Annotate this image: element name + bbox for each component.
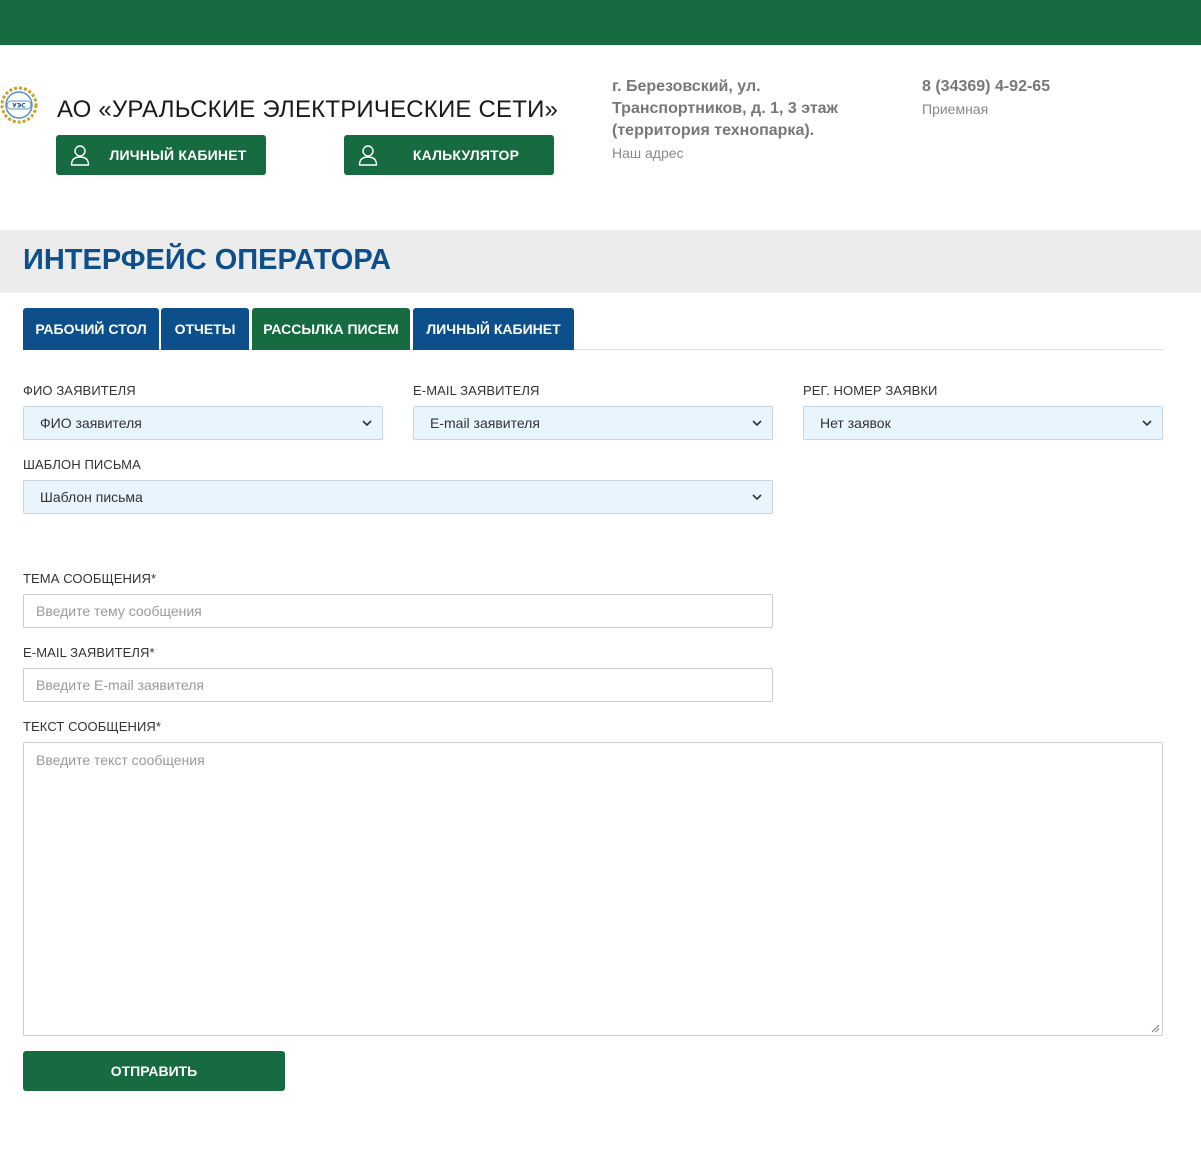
tab-reports[interactable]: ОТЧЕТЫ	[161, 308, 249, 350]
address-line-3: (территория технопарка).	[612, 122, 815, 139]
cabinet-button-label: ЛИЧНЫЙ КАБИНЕТ	[109, 147, 247, 163]
address-line-1: г. Березовский, ул.	[612, 78, 761, 95]
phone-number[interactable]: 8 (34369) 4-92-65	[922, 76, 1050, 98]
chevron-down-icon	[1142, 420, 1152, 427]
resize-grip-icon[interactable]	[1151, 1024, 1160, 1033]
reg-number-value: Нет заявок	[820, 415, 891, 431]
tab-mailing[interactable]: РАССЫЛКА ПИСЕМ	[252, 308, 410, 350]
subject-label: Тема сообщения*	[23, 571, 157, 586]
send-button[interactable]: ОТПРАВИТЬ	[23, 1051, 285, 1091]
company-logo[interactable]: УЭС	[0, 86, 38, 124]
phone-block: 8 (34369) 4-92-65 Приемная	[922, 76, 1050, 120]
chevron-down-icon	[752, 494, 762, 501]
applicant-email-select[interactable]: E-mail заявителя	[413, 406, 773, 440]
applicant-name-label: ФИО заявителя	[23, 383, 136, 398]
reg-number-select[interactable]: Нет заявок	[803, 406, 1163, 440]
applicant-email-select-label: E-mail заявителя	[413, 383, 540, 398]
top-bar	[0, 0, 1201, 45]
applicant-name-select[interactable]: ФИО заявителя	[23, 406, 383, 440]
template-value: Шаблон письма	[40, 489, 143, 505]
template-label: Шаблон письма	[23, 457, 141, 472]
address-caption: Наш адрес	[612, 145, 684, 161]
address-block: г. Березовский, ул. Транспортников, д. 1…	[612, 76, 872, 164]
email-input[interactable]: Введите E-mail заявителя	[23, 668, 773, 702]
address-line-2: Транспортников, д. 1, 3 этаж	[612, 100, 838, 117]
template-select[interactable]: Шаблон письма	[23, 480, 773, 514]
chevron-down-icon	[752, 420, 762, 427]
calculator-button[interactable]: КАЛЬКУЛЯТОР	[344, 135, 554, 175]
reg-number-label: Рег. номер заявки	[803, 383, 938, 398]
subject-input[interactable]: Введите тему сообщения	[23, 594, 773, 628]
tab-bar: РАБОЧИЙ СТОЛ ОТЧЕТЫ РАССЫЛКА ПИСЕМ ЛИЧНЫ…	[23, 308, 1163, 350]
email-label: E-mail заявителя*	[23, 645, 155, 660]
chevron-down-icon	[362, 420, 372, 427]
cabinet-button[interactable]: ЛИЧНЫЙ КАБИНЕТ	[56, 135, 266, 175]
page-title: ИНТЕРФЕЙС ОПЕРАТОРА	[23, 244, 392, 276]
tab-desktop[interactable]: РАБОЧИЙ СТОЛ	[23, 308, 159, 350]
tab-cabinet[interactable]: ЛИЧНЫЙ КАБИНЕТ	[413, 308, 574, 350]
applicant-name-value: ФИО заявителя	[40, 415, 142, 431]
calculator-button-label: КАЛЬКУЛЯТОР	[412, 147, 520, 163]
company-name: АО «УРАЛЬСКИЕ ЭЛЕКТРИЧЕСКИЕ СЕТИ»	[57, 96, 559, 123]
page-header: ИНТЕРФЕЙС ОПЕРАТОРА	[0, 230, 1201, 293]
phone-caption: Приемная	[922, 101, 989, 117]
message-label: Текст сообщения*	[23, 719, 162, 734]
message-placeholder: Введите текст сообщения	[36, 752, 205, 768]
message-textarea[interactable]: Введите текст сообщения	[23, 742, 1163, 1036]
applicant-email-select-value: E-mail заявителя	[430, 415, 540, 431]
logo-text: УЭС	[12, 103, 26, 110]
